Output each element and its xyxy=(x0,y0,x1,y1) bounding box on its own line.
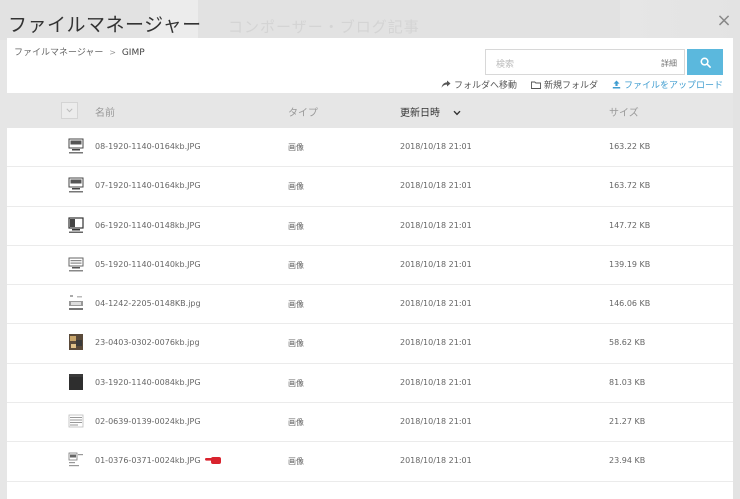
file-size: 58.62 KB xyxy=(609,338,646,348)
breadcrumb-current: GIMP xyxy=(121,48,145,58)
file-type: 画像 xyxy=(288,260,304,270)
file-size: 147.72 KB xyxy=(609,220,651,230)
file-size: 146.06 KB xyxy=(609,299,651,309)
close-icon: × xyxy=(716,10,732,31)
file-name: 02-0639-0139-0024kb.JPG xyxy=(95,417,201,427)
table-row[interactable]: 05-1920-1140-0140kb.JPG 画像 2018/10/18 21… xyxy=(7,246,733,286)
file-name: 01-0376-0371-0024kb.JPG xyxy=(95,456,201,466)
sort-chevron-icon xyxy=(453,110,461,116)
file-list: 08-1920-1140-0164kb.JPG 画像 2018/10/18 21… xyxy=(7,128,733,482)
move-to-folder-label: フォルダへ移動 xyxy=(453,81,517,91)
table-row[interactable]: 08-1920-1140-0164kb.JPG 画像 2018/10/18 21… xyxy=(7,128,733,168)
file-modified: 2018/10/18 21:01 xyxy=(400,338,472,348)
file-size: 21.27 KB xyxy=(609,417,646,427)
search-placeholder: 検索 xyxy=(496,60,515,70)
image-thumbnail-icon xyxy=(68,414,84,428)
search-input[interactable]: 検索 詳細 xyxy=(485,49,685,75)
background-heading: コンポーザー・ブログ記事 xyxy=(228,18,420,36)
file-type: 画像 xyxy=(288,300,304,310)
image-thumbnail-icon xyxy=(69,334,83,351)
file-type: 画像 xyxy=(288,378,304,388)
breadcrumb-root[interactable]: ファイルマネージャー xyxy=(14,48,103,58)
file-size: 139.19 KB xyxy=(609,259,651,269)
file-modified: 2018/10/18 21:01 xyxy=(400,220,472,230)
new-folder-button[interactable]: 新規フォルダ xyxy=(531,78,598,91)
file-type: 画像 xyxy=(288,457,304,467)
image-thumbnail-icon xyxy=(68,138,84,154)
file-type: 画像 xyxy=(288,143,304,152)
table-row[interactable]: 03-1920-1140-0084kb.JPG 画像 2018/10/18 21… xyxy=(7,364,733,404)
search-icon xyxy=(700,57,711,68)
file-name: 23-0403-0302-0076kb.jpg xyxy=(95,338,200,348)
select-all-checkbox[interactable] xyxy=(61,102,78,119)
file-name: 07-1920-1140-0164kb.JPG xyxy=(95,181,201,191)
column-header-modified[interactable]: 更新日時 xyxy=(400,104,461,119)
table-header: 名前 タイプ 更新日時 サイズ xyxy=(7,93,733,128)
upload-file-label: ファイルをアップロード xyxy=(623,81,723,91)
breadcrumb-separator: > xyxy=(109,48,116,57)
table-row[interactable]: 01-0376-0371-0024kb.JPG 画像 2018/10/18 21… xyxy=(7,442,733,482)
chevron-down-icon xyxy=(66,108,73,113)
file-name: 05-1920-1140-0140kb.JPG xyxy=(95,259,201,269)
file-name: 06-1920-1140-0148kb.JPG xyxy=(95,220,201,230)
column-header-size[interactable]: サイズ xyxy=(609,104,639,119)
file-type: 画像 xyxy=(288,418,304,428)
column-header-modified-label: 更新日時 xyxy=(400,108,440,119)
breadcrumb: ファイルマネージャー > GIMP xyxy=(14,45,145,58)
file-modified: 2018/10/18 21:01 xyxy=(400,181,472,191)
file-name: 04-1242-2205-0148KB.jpg xyxy=(95,299,201,309)
image-thumbnail-icon xyxy=(68,257,84,272)
file-modified: 2018/10/18 21:01 xyxy=(400,417,472,427)
close-button[interactable]: × xyxy=(716,10,732,31)
file-modified: 2018/10/18 21:01 xyxy=(400,299,472,309)
file-toolbar: フォルダへ移動 新規フォルダ ファイルをアップロード xyxy=(441,78,723,91)
pointing-hand-icon xyxy=(205,457,221,465)
move-to-folder-button[interactable]: フォルダへ移動 xyxy=(441,78,517,91)
table-row[interactable]: 23-0403-0302-0076kb.jpg 画像 2018/10/18 21… xyxy=(7,324,733,364)
table-row[interactable]: 06-1920-1140-0148kb.JPG 画像 2018/10/18 21… xyxy=(7,207,733,246)
file-type: 画像 xyxy=(288,221,304,231)
column-header-name[interactable]: 名前 xyxy=(95,104,115,119)
search-button[interactable] xyxy=(687,49,723,75)
upload-file-button[interactable]: ファイルをアップロード xyxy=(612,78,723,91)
column-header-type[interactable]: タイプ xyxy=(288,104,318,119)
file-size: 163.22 KB xyxy=(609,142,651,151)
table-row[interactable]: 04-1242-2205-0148KB.jpg 画像 2018/10/18 21… xyxy=(7,285,733,325)
image-thumbnail-icon xyxy=(69,373,83,390)
image-thumbnail-icon xyxy=(69,295,83,311)
share-arrow-icon xyxy=(441,80,451,88)
image-thumbnail-icon xyxy=(68,177,84,193)
search-detail-link[interactable]: 詳細 xyxy=(661,58,677,69)
file-size: 23.94 KB xyxy=(609,456,646,466)
file-type: 画像 xyxy=(288,339,304,349)
file-name: 08-1920-1140-0164kb.JPG xyxy=(95,142,201,151)
file-size: 163.72 KB xyxy=(609,181,651,191)
file-name: 03-1920-1140-0084kb.JPG xyxy=(95,377,201,387)
table-row[interactable]: 07-1920-1140-0164kb.JPG 画像 2018/10/18 21… xyxy=(7,167,733,207)
file-modified: 2018/10/18 21:01 xyxy=(400,377,472,387)
file-modified: 2018/10/18 21:01 xyxy=(400,259,472,269)
new-folder-label: 新規フォルダ xyxy=(543,81,598,91)
file-manager-dialog: ファイルマネージャー > GIMP 検索 詳細 フォルダへ移動 新規フォルダ フ… xyxy=(7,38,733,499)
file-modified: 2018/10/18 21:01 xyxy=(400,456,472,466)
upload-icon xyxy=(612,80,621,89)
image-thumbnail-icon xyxy=(68,216,84,233)
table-row[interactable]: 02-0639-0139-0024kb.JPG 画像 2018/10/18 21… xyxy=(7,403,733,443)
dialog-title: ファイルマネージャー xyxy=(8,14,202,36)
file-modified: 2018/10/18 21:01 xyxy=(400,142,472,151)
file-type: 画像 xyxy=(288,182,304,192)
file-size: 81.03 KB xyxy=(609,377,646,387)
image-thumbnail-icon xyxy=(68,452,83,467)
folder-icon xyxy=(531,81,541,89)
